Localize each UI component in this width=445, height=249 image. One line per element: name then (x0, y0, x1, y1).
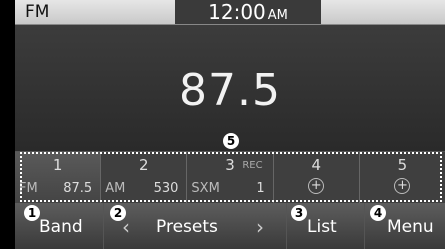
preset-1[interactable]: 1 FM 87.5 (15, 152, 102, 203)
band-button-label: Band (39, 217, 83, 237)
preset-band: SXM (191, 181, 220, 196)
preset-number: 4 (311, 156, 321, 174)
preset-band: FM (19, 181, 38, 196)
preset-3[interactable]: 3 REC SXM 1 (187, 152, 274, 203)
callout-5: 5 (223, 133, 239, 149)
clock: 12:00 AM (175, 0, 321, 24)
chevron-right-icon[interactable]: › (256, 215, 264, 239)
clock-ampm: AM (267, 8, 288, 23)
preset-band: AM (105, 181, 126, 196)
plus-circle-icon: + (308, 178, 325, 194)
presets-button[interactable]: ‹ Presets › (104, 203, 287, 249)
callout-3: 3 (291, 205, 307, 221)
callout-4: 4 (370, 205, 386, 221)
preset-2[interactable]: 2 AM 530 (101, 152, 188, 203)
preset-frequency: 87.5 (63, 181, 93, 196)
current-frequency: 87.5 (179, 65, 281, 116)
preset-5[interactable]: 5 + (360, 152, 445, 203)
preset-number: 2 (139, 156, 149, 174)
presets-button-label: Presets (156, 217, 218, 237)
rec-badge: REC (242, 160, 263, 171)
status-bar: FM 12:00 AM (15, 0, 445, 25)
preset-frequency: 530 (153, 181, 179, 196)
preset-number: 5 (397, 156, 408, 174)
list-button-label: List (307, 217, 337, 237)
preset-4[interactable]: 4 + (274, 152, 360, 203)
clock-time: 12:00 (208, 0, 266, 24)
plus-circle-icon: + (394, 178, 411, 194)
callout-2: 2 (110, 205, 126, 221)
callout-1: 1 (24, 205, 40, 221)
menu-button-label: Menu (387, 217, 434, 237)
mode-label: FM (25, 2, 50, 22)
preset-frequency: 1 (256, 181, 265, 196)
preset-number: 1 (52, 156, 63, 174)
radio-screen: FM 12:00 AM 87.5 5 1 FM 87.5 2 AM 530 3 R… (15, 0, 445, 249)
preset-bar: 1 FM 87.5 2 AM 530 3 REC SXM 1 4 + 5 + (15, 151, 445, 204)
